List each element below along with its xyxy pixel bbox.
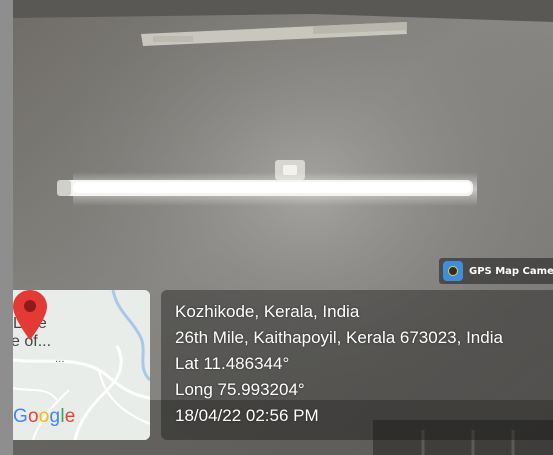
map-pin-icon xyxy=(13,290,47,340)
location-address: 26th Mile, Kaithapoyil, Kerala 673023, I… xyxy=(175,328,503,347)
location-city: Kozhikode, Kerala, India xyxy=(175,302,360,321)
left-edge-strip xyxy=(0,0,13,455)
location-longitude: Long 75.993204° xyxy=(175,380,305,399)
location-latitude: Lat 11.486344° xyxy=(175,354,290,373)
photo-frame: GPS Map Camer Little e of... ... Google … xyxy=(0,0,553,455)
google-logo: Google xyxy=(13,406,76,427)
gps-map-camera-icon xyxy=(443,261,463,281)
gps-map-camera-badge: GPS Map Camer xyxy=(439,258,553,284)
map-dots-label: ... xyxy=(55,354,65,365)
map-thumbnail[interactable]: Little e of... ... Google xyxy=(13,290,150,440)
location-datetime: 18/04/22 02:56 PM xyxy=(175,406,319,425)
location-info-panel: Kozhikode, Kerala, India 26th Mile, Kait… xyxy=(161,290,553,440)
gps-badge-label: GPS Map Camer xyxy=(469,265,553,277)
